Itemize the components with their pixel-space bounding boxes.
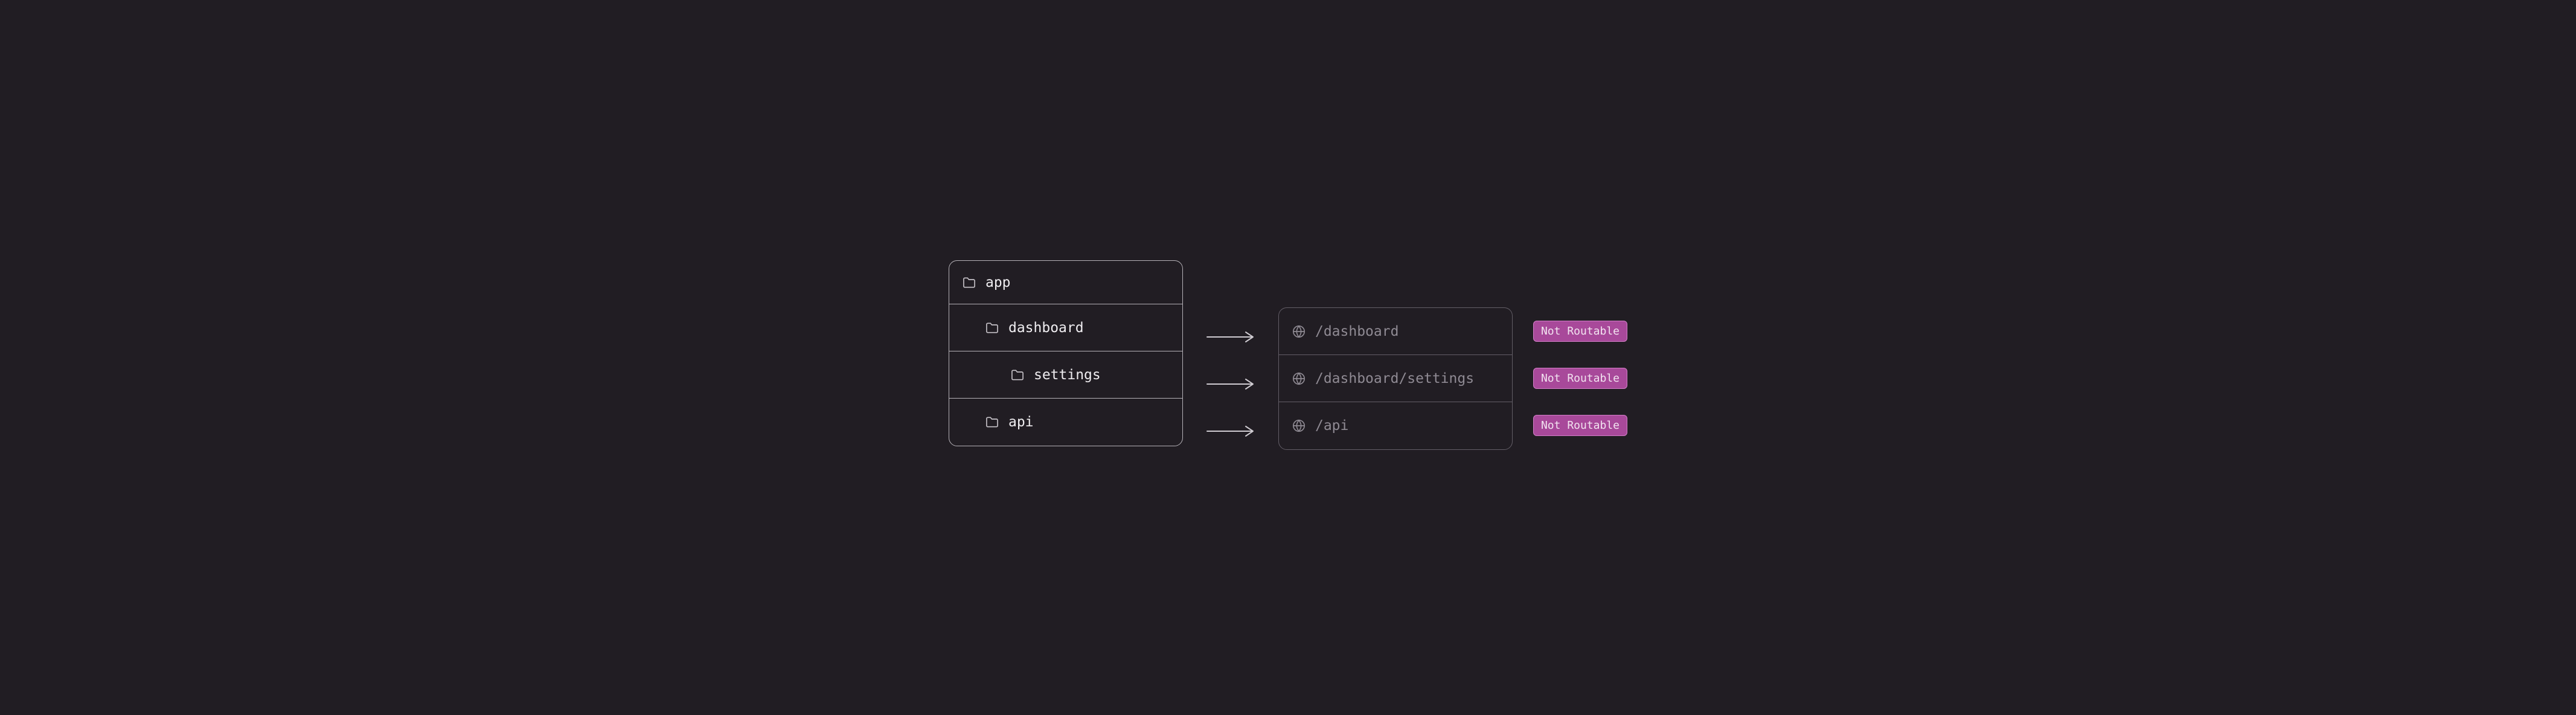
arrow-right-icon — [1203, 361, 1258, 408]
route-row-settings: /dashboard/settings — [1279, 355, 1512, 402]
folder-icon — [985, 416, 999, 428]
badge-cell: Not Routable — [1533, 402, 1627, 449]
folder-label: api — [1008, 414, 1034, 430]
route-path: /dashboard/settings — [1315, 371, 1474, 386]
folder-tree-panel: app dashboard settings — [949, 260, 1183, 446]
route-row-api: /api — [1279, 402, 1512, 449]
routing-diagram: app dashboard settings — [949, 260, 1627, 455]
route-row-dashboard: /dashboard — [1279, 308, 1512, 355]
badges-column: Not Routable Not Routable Not Routable — [1533, 260, 1627, 449]
route-path: /dashboard — [1315, 324, 1399, 339]
routes-panel: /dashboard /dashboard/settings /api — [1278, 307, 1513, 450]
status-badge: Not Routable — [1533, 415, 1627, 436]
folder-label: settings — [1034, 367, 1101, 383]
globe-icon — [1292, 419, 1306, 432]
folder-row-api: api — [949, 399, 1182, 446]
folder-label: dashboard — [1008, 320, 1084, 336]
folder-row-settings: settings — [949, 351, 1182, 399]
globe-icon — [1292, 372, 1306, 385]
status-badge: Not Routable — [1533, 321, 1627, 342]
arrow-right-icon — [1203, 313, 1258, 361]
folder-icon — [985, 322, 999, 334]
folder-label: app — [985, 275, 1011, 290]
badge-cell: Not Routable — [1533, 354, 1627, 402]
folder-row-dashboard: dashboard — [949, 304, 1182, 351]
status-badge: Not Routable — [1533, 368, 1627, 389]
badge-cell: Not Routable — [1533, 307, 1627, 354]
arrows-column — [1203, 260, 1258, 455]
route-path: /api — [1315, 418, 1348, 434]
folder-row-root: app — [949, 261, 1182, 304]
globe-icon — [1292, 325, 1306, 338]
folder-icon — [1011, 369, 1024, 381]
folder-icon — [963, 277, 976, 289]
arrow-right-icon — [1203, 408, 1258, 455]
